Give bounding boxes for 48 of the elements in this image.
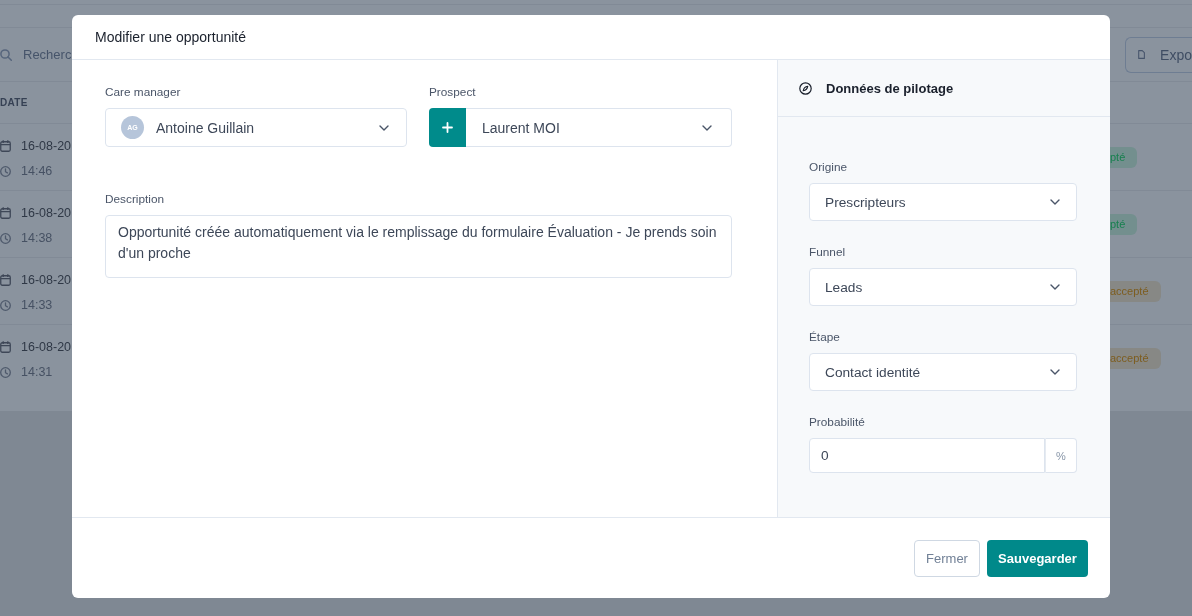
clock-icon bbox=[0, 299, 11, 311]
clock-icon bbox=[0, 366, 11, 378]
description-field[interactable]: Opportunité créée automatiquement via le remplissage du formulaire Évaluation - Je prends soin d'un proche bbox=[105, 215, 732, 278]
chevron-down-icon bbox=[702, 124, 712, 131]
input-field[interactable]: 0 bbox=[809, 438, 1045, 473]
column-header: DATE bbox=[0, 97, 28, 108]
date-text: 16-08-20 bbox=[21, 139, 72, 153]
select-field[interactable]: Contact identité bbox=[809, 353, 1077, 391]
compass-icon bbox=[799, 81, 812, 95]
field-label: Probabilité bbox=[809, 415, 866, 429]
time-text: 14:38 bbox=[21, 231, 53, 245]
calendar-icon bbox=[0, 274, 11, 286]
time-text: 14:31 bbox=[21, 365, 53, 379]
field-label: Care manager bbox=[105, 85, 182, 99]
clock-icon bbox=[0, 232, 11, 244]
chevron-down-icon bbox=[379, 124, 389, 131]
date-text: 16-08-20 bbox=[21, 340, 72, 354]
field-label: Origine bbox=[809, 160, 849, 174]
field-label: Étape bbox=[809, 330, 841, 344]
chevron-down-icon bbox=[1050, 199, 1060, 205]
select-field[interactable]: Prescripteurs bbox=[809, 183, 1077, 221]
add-button[interactable] bbox=[429, 108, 466, 147]
calendar-icon bbox=[0, 140, 11, 152]
field-label: Funnel bbox=[809, 245, 847, 259]
file-icon bbox=[1138, 48, 1146, 61]
status-tag: pté bbox=[1110, 146, 1138, 168]
field-label: Description bbox=[105, 192, 165, 206]
plus-icon bbox=[442, 122, 453, 133]
date-text: 16-08-20 bbox=[21, 273, 72, 287]
status-tag: accepté bbox=[1110, 347, 1161, 369]
close-button[interactable]: Fermer bbox=[914, 540, 980, 577]
time-text: 14:33 bbox=[21, 298, 53, 312]
chevron-down-icon bbox=[1050, 369, 1060, 375]
time-text: 14:46 bbox=[21, 164, 53, 178]
calendar-icon bbox=[0, 207, 11, 219]
clock-icon bbox=[0, 165, 11, 177]
save-button[interactable]: Sauvegarder bbox=[987, 540, 1088, 577]
select-field[interactable]: Leads bbox=[809, 268, 1077, 306]
date-text: 16-08-20 bbox=[21, 206, 72, 220]
field-label: Prospect bbox=[429, 85, 477, 99]
status-tag: accepté bbox=[1110, 280, 1161, 302]
chevron-down-icon bbox=[1050, 284, 1060, 290]
panel-title: Données de pilotage bbox=[826, 80, 954, 96]
search-icon bbox=[0, 48, 12, 61]
calendar-icon bbox=[0, 341, 11, 353]
unit-addon: % bbox=[1045, 438, 1077, 473]
select-field[interactable]: Laurent MOI bbox=[466, 108, 732, 147]
status-tag: pté bbox=[1110, 213, 1138, 235]
